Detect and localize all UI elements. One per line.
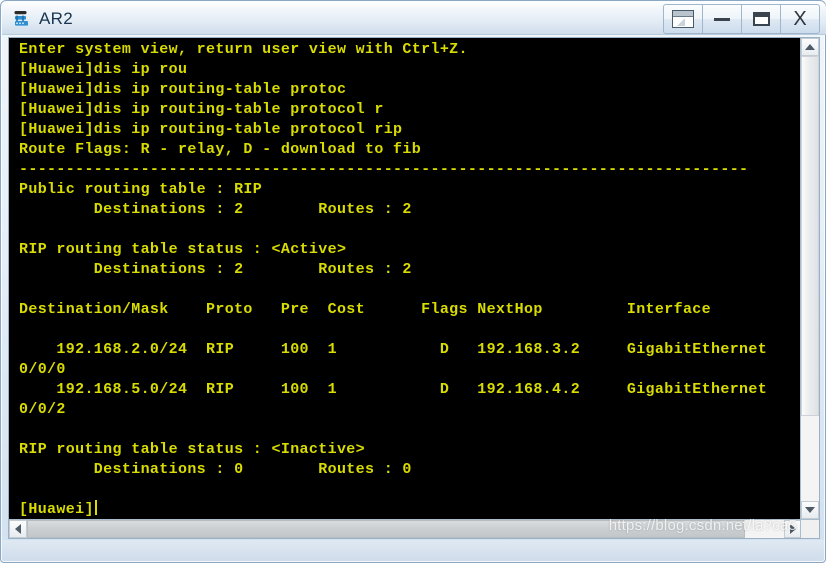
terminal-line: Route Flags: R - relay, D - download to …	[19, 141, 422, 158]
scroll-left-button[interactable]	[9, 520, 27, 538]
window-controls: X	[663, 4, 820, 34]
terminal-line: 0/0/2	[19, 401, 66, 418]
terminal-line: 192.168.2.0/24 RIP 100 1 D 192.168.3.2 G…	[19, 341, 768, 358]
vertical-scroll-thumb[interactable]	[801, 56, 819, 416]
terminal-line: [Huawei]dis ip routing-table protocol ri…	[19, 121, 403, 138]
terminal-line: Enter system view, return user view with…	[19, 41, 468, 58]
horizontal-scrollbar[interactable]	[9, 519, 802, 538]
terminal-line: 192.168.5.0/24 RIP 100 1 D 192.168.4.2 G…	[19, 381, 768, 398]
terminal-line: Destinations : 0 Routes : 0	[19, 461, 412, 478]
app-window: AR2 X Enter system view, return user vie…	[0, 0, 826, 563]
vertical-scrollbar[interactable]	[800, 38, 819, 519]
restore-icon	[672, 10, 694, 28]
terminal-line: Destinations : 2 Routes : 2	[19, 201, 412, 218]
scrollbar-corner	[800, 519, 819, 538]
terminal-viewport[interactable]: Enter system view, return user view with…	[9, 38, 802, 519]
terminal-line: Public routing table : RIP	[19, 181, 263, 198]
terminal-line: [Huawei]	[19, 500, 767, 519]
restore-window-button[interactable]	[663, 4, 703, 34]
terminal-line: Destination/Mask Proto Pre Cost Flags Ne…	[19, 301, 712, 318]
terminal-line: [Huawei]dis ip rou	[19, 61, 188, 78]
title-bar[interactable]: AR2 X	[2, 2, 826, 35]
terminal-frame: Enter system view, return user view with…	[8, 37, 820, 539]
chevron-up-icon	[805, 44, 815, 50]
chevron-left-icon	[15, 524, 21, 534]
chevron-right-icon	[790, 524, 796, 534]
scroll-down-button[interactable]	[801, 501, 819, 519]
horizontal-scroll-track[interactable]	[27, 520, 784, 538]
terminal-line: 0/0/0	[19, 361, 66, 378]
scroll-up-button[interactable]	[801, 38, 819, 56]
close-button[interactable]: X	[780, 4, 820, 34]
router-icon	[12, 9, 32, 29]
terminal-line: RIP routing table status : <Inactive>	[19, 441, 366, 458]
terminal-line: RIP routing table status : <Active>	[19, 241, 347, 258]
terminal-line: Destinations : 2 Routes : 2	[19, 261, 412, 278]
terminal-line: ----------------------------------------…	[19, 161, 749, 178]
maximize-button[interactable]	[741, 4, 781, 34]
window-title: AR2	[39, 8, 73, 28]
close-icon: X	[793, 8, 807, 30]
chevron-down-icon	[805, 507, 815, 513]
vertical-scroll-track[interactable]	[801, 56, 819, 501]
minimize-icon	[714, 17, 730, 21]
terminal-line: [Huawei]dis ip routing-table protoc	[19, 81, 347, 98]
terminal-output: Enter system view, return user view with…	[19, 40, 767, 519]
minimize-button[interactable]	[702, 4, 742, 34]
terminal-line: [Huawei]dis ip routing-table protocol r	[19, 101, 384, 118]
horizontal-scroll-thumb[interactable]	[27, 520, 745, 538]
text-cursor	[94, 500, 97, 515]
title-bar-left: AR2	[12, 2, 73, 35]
window-bottom-edge	[2, 540, 824, 561]
maximize-icon	[752, 12, 770, 26]
